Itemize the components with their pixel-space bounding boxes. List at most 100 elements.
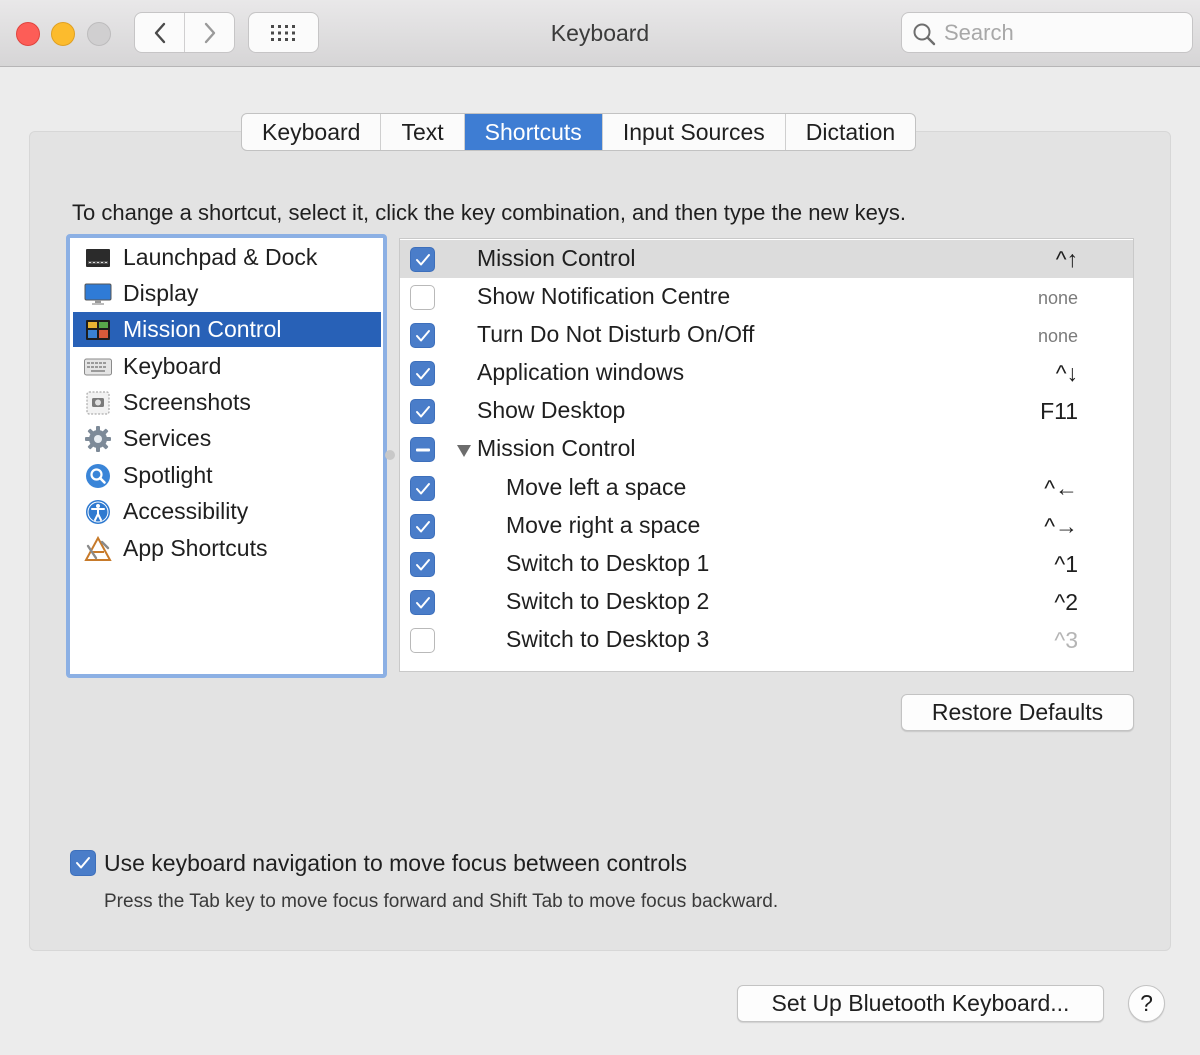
shortcut-key[interactable]: ^→ [1044,513,1078,540]
show-all-button[interactable] [248,12,319,53]
minimize-button[interactable] [51,22,75,46]
group-checkbox[interactable] [410,437,435,462]
keyboard-navigation-label[interactable]: Use keyboard navigation to move focus be… [104,850,687,877]
title-bar: Keyboard [0,0,1200,67]
back-button[interactable] [135,13,184,52]
shortcut-key[interactable]: none [1038,326,1078,347]
table-row[interactable]: Move right a space ^→ [400,507,1133,545]
chevron-right-icon [204,22,215,43]
shortcut-checkbox[interactable] [410,628,435,653]
accessibility-icon [84,498,112,526]
checkmark-icon [415,558,430,570]
table-row[interactable]: Switch to Desktop 1 ^1 [400,545,1133,583]
shortcut-checkbox[interactable] [410,552,435,577]
category-accessibility[interactable]: Accessibility [73,494,381,529]
display-icon [84,280,112,308]
chevron-left-icon [154,22,165,43]
grid-icon [270,24,295,41]
shortcut-checkbox[interactable] [410,285,435,310]
shortcut-label: Turn Do Not Disturb On/Off [477,321,755,347]
category-services[interactable]: Services [73,421,381,456]
split-view-handle[interactable] [385,450,395,460]
category-app-shortcuts[interactable]: App Shortcuts [73,531,381,566]
table-row[interactable]: Switch to Desktop 3 ^3 [400,621,1133,659]
shortcut-checkbox[interactable] [410,361,435,386]
checkmark-icon [415,329,430,341]
checkmark-icon [415,482,430,494]
table-row[interactable]: Show Desktop F11 [400,392,1133,430]
search-icon [913,23,936,46]
launchpad-dock-icon [84,244,112,272]
magnifier-icon [84,462,112,490]
category-display[interactable]: Display [73,276,381,311]
app-shortcuts-icon [84,535,112,563]
shortcut-key[interactable]: ^2 [1054,589,1078,616]
checkmark-icon [76,857,90,869]
back-forward-control [134,12,235,53]
category-mission-control[interactable]: Mission Control [73,312,381,347]
keyboard-icon [84,353,112,381]
search-input[interactable] [944,19,1184,47]
shortcut-checkbox[interactable] [410,590,435,615]
table-row[interactable]: Turn Do Not Disturb On/Off none [400,316,1133,354]
keyboard-navigation-checkbox[interactable] [70,850,96,876]
dash-icon [415,448,430,451]
shortcut-label: Show Desktop [477,397,626,423]
shortcut-label: Mission Control [477,245,636,271]
checkmark-icon [415,520,430,532]
category-launchpad-dock[interactable]: Launchpad & Dock [73,240,381,275]
screenshots-icon [84,389,112,417]
table-row[interactable]: Application windows ^↓ [400,354,1133,392]
shortcut-key[interactable]: ^↓ [1056,360,1078,387]
tab-dictation[interactable]: Dictation [786,114,915,150]
shortcut-label: Move right a space [506,512,701,538]
shortcut-key[interactable]: ^1 [1054,551,1078,578]
shortcut-label: Move left a space [506,474,687,500]
shortcut-group-label: Mission Control [477,435,636,461]
disclosure-triangle-icon[interactable] [457,445,471,457]
shortcut-label: Application windows [477,359,685,385]
mission-control-icon [84,316,112,344]
category-spotlight[interactable]: Spotlight [73,458,381,493]
checkmark-icon [415,253,430,265]
table-row[interactable]: Mission Control ^↑ [400,240,1133,278]
tab-shortcuts[interactable]: Shortcuts [464,114,603,150]
shortcut-key[interactable]: F11 [1040,398,1078,425]
restore-defaults-button[interactable]: Restore Defaults [901,694,1134,731]
shortcut-label: Switch to Desktop 2 [506,588,710,614]
table-row-group[interactable]: Mission Control [400,430,1133,468]
help-button[interactable]: ? [1128,985,1165,1022]
category-list[interactable]: Launchpad & Dock Display Mission Control… [66,234,387,678]
shortcut-checkbox[interactable] [410,399,435,424]
shortcut-label: Switch to Desktop 1 [506,550,710,576]
forward-button[interactable] [184,13,234,52]
shortcut-checkbox[interactable] [410,247,435,272]
checkmark-icon [415,405,430,417]
close-button[interactable] [16,22,40,46]
shortcut-checkbox[interactable] [410,514,435,539]
tab-text[interactable]: Text [381,114,465,150]
instructions-text: To change a shortcut, select it, click t… [72,200,907,225]
tab-bar: Keyboard Text Shortcuts Input Sources Di… [241,113,917,151]
shortcut-key[interactable]: none [1038,288,1078,309]
zoom-button[interactable] [87,22,111,46]
checkmark-icon [415,596,430,608]
category-keyboard[interactable]: Keyboard [73,349,381,384]
checkmark-icon [415,367,430,379]
tab-keyboard[interactable]: Keyboard [242,114,382,150]
shortcut-checkbox[interactable] [410,476,435,501]
category-screenshots[interactable]: Screenshots [73,385,381,420]
shortcut-label: Show Notification Centre [477,283,731,309]
shortcut-key[interactable]: ^← [1044,475,1078,502]
shortcut-key[interactable]: ^↑ [1056,246,1078,273]
search-field[interactable] [901,12,1193,53]
shortcut-checkbox[interactable] [410,323,435,348]
shortcut-label: Switch to Desktop 3 [506,626,710,652]
setup-bluetooth-keyboard-button[interactable]: Set Up Bluetooth Keyboard... [737,985,1104,1022]
tab-input-sources[interactable]: Input Sources [603,114,786,150]
table-row[interactable]: Show Notification Centre none [400,278,1133,316]
table-row[interactable]: Switch to Desktop 2 ^2 [400,583,1133,621]
gear-icon [84,425,112,453]
table-row[interactable]: Move left a space ^← [400,469,1133,507]
shortcut-key[interactable]: ^3 [1054,627,1078,654]
